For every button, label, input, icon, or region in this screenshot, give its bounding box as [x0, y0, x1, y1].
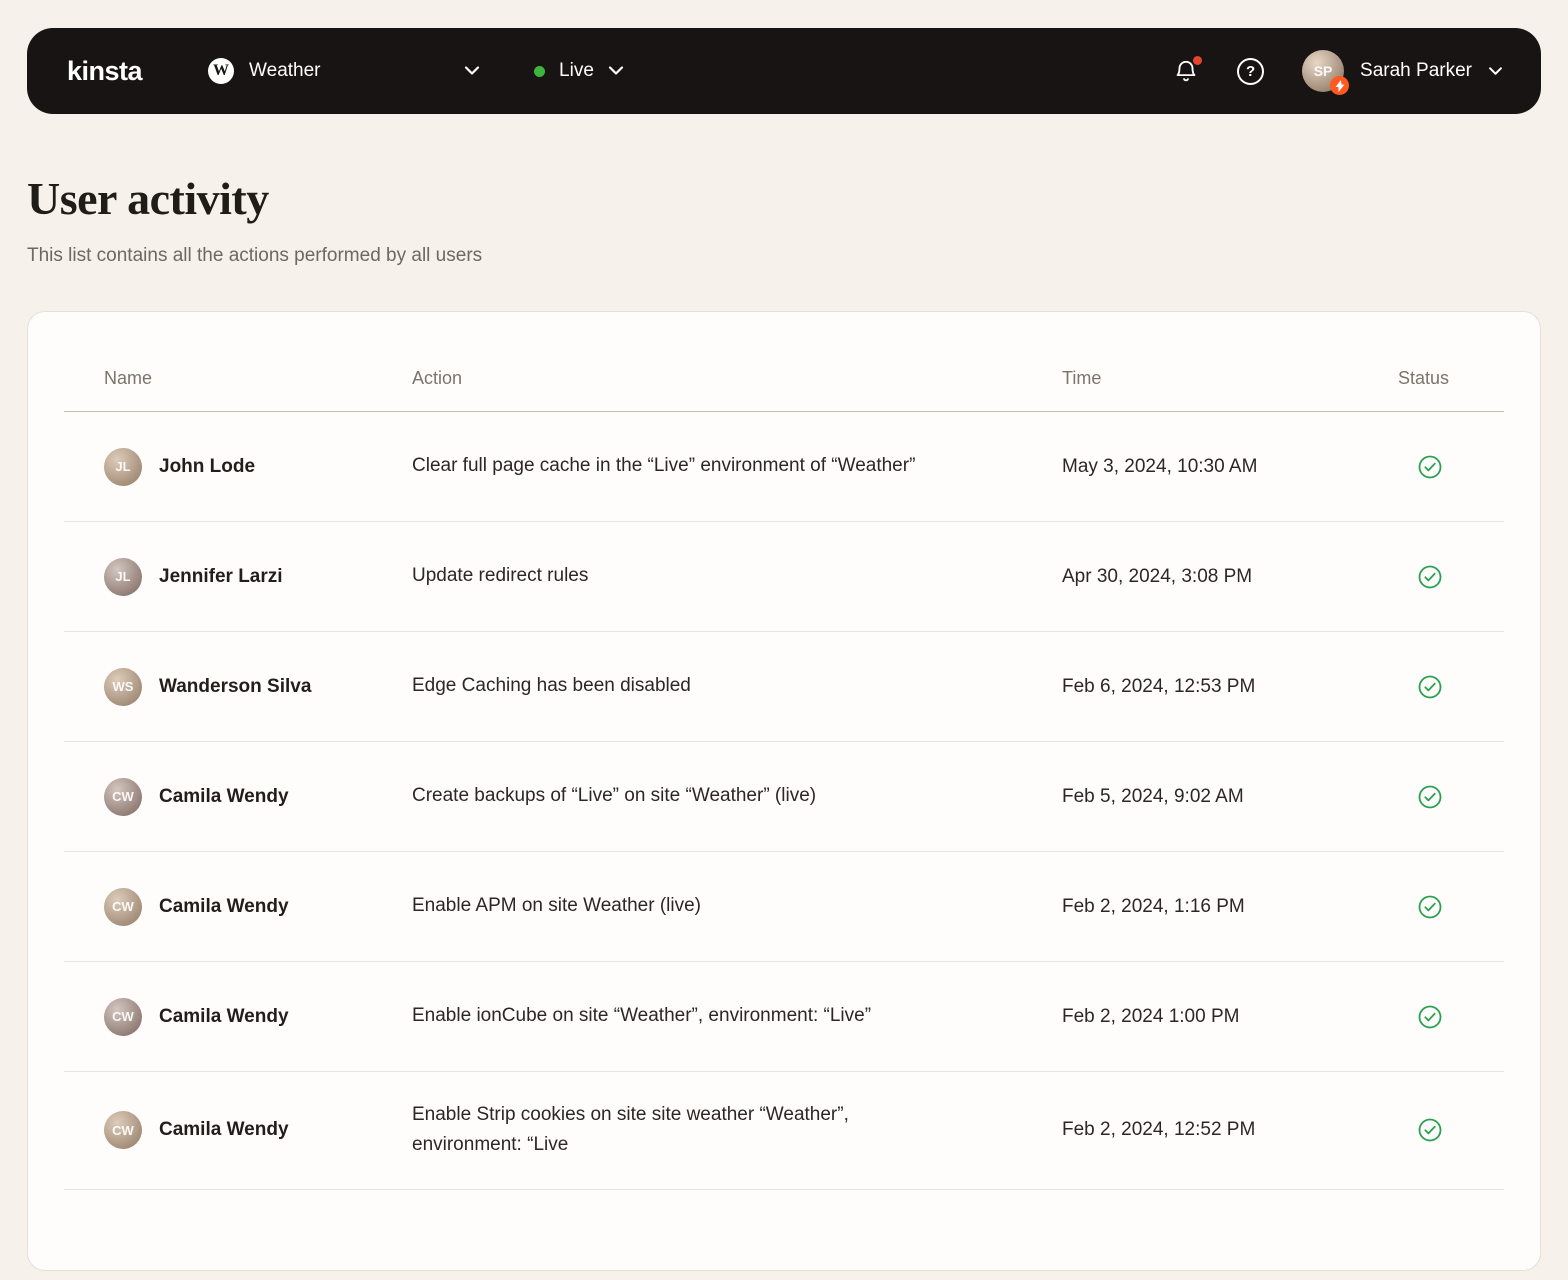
success-check-icon	[1418, 895, 1442, 918]
success-check-icon	[1418, 455, 1442, 478]
success-check-icon	[1418, 565, 1442, 588]
activity-table-body: JL John Lode Clear full page cache in th…	[64, 412, 1504, 1190]
user-cell: CW Camila Wendy	[104, 997, 412, 1036]
unread-notification-dot	[1193, 56, 1203, 65]
time-cell: May 3, 2024, 10:30 AM	[1062, 455, 1258, 477]
table-row: CW Camila Wendy Enable APM on site Weath…	[64, 852, 1504, 962]
avatar: CW	[104, 1111, 142, 1150]
user-name: Camila Wendy	[159, 1005, 289, 1027]
success-check-icon	[1418, 1005, 1442, 1028]
user-cell: WS Wanderson Silva	[104, 667, 412, 706]
page-subtitle: This list contains all the actions perfo…	[27, 245, 483, 266]
live-status-dot	[534, 65, 546, 77]
avatar: CW	[104, 887, 142, 926]
time-cell: Apr 30, 2024, 3:08 PM	[1062, 565, 1253, 587]
success-check-icon	[1418, 1118, 1442, 1142]
column-header-name: Name	[104, 368, 153, 388]
action-cell: Enable APM on site Weather (live)	[412, 895, 702, 917]
table-row: JL John Lode Clear full page cache in th…	[64, 412, 1504, 522]
user-cell: CW Camila Wendy	[104, 887, 412, 926]
main-content: User activity This list contains all the…	[0, 172, 1568, 1271]
chevron-down-icon	[464, 66, 480, 76]
time-cell: Feb 2, 2024, 12:52 PM	[1062, 1119, 1256, 1141]
environment-label: Live	[559, 60, 594, 81]
avatar: SP	[1302, 50, 1350, 95]
time-cell: Feb 5, 2024, 9:02 AM	[1062, 785, 1244, 807]
navbar-right-cluster: ? SP Sarah Parker	[1173, 50, 1503, 95]
avatar: WS	[104, 667, 142, 706]
time-cell: Feb 2, 2024, 1:16 PM	[1062, 895, 1245, 917]
status-cell	[1398, 783, 1488, 811]
activity-table: Name Action Time Status JL John Lode Cle…	[64, 312, 1504, 1190]
avatar: JL	[104, 557, 142, 596]
success-check-icon	[1418, 675, 1442, 698]
help-button[interactable]: ?	[1237, 57, 1265, 85]
action-cell: Create backups of “Live” on site “Weathe…	[412, 785, 817, 807]
column-header-status: Status	[1398, 368, 1450, 388]
site-selector-dropdown[interactable]: W Weather	[208, 58, 480, 84]
page-title: User activity	[27, 173, 269, 224]
environment-selector-dropdown[interactable]: Live	[534, 60, 624, 82]
user-name: Camila Wendy	[159, 785, 289, 807]
table-row: CW Camila Wendy Create backups of “Live”…	[64, 742, 1504, 852]
user-cell: CW Camila Wendy	[104, 777, 412, 816]
status-cell	[1398, 563, 1488, 591]
success-check-icon	[1418, 785, 1442, 808]
table-row: CW Camila Wendy Enable Strip cookies on …	[64, 1072, 1504, 1190]
user-activity-card: Name Action Time Status JL John Lode Cle…	[27, 311, 1541, 1271]
time-cell: Feb 2, 2024 1:00 PM	[1062, 1005, 1240, 1027]
column-header-action: Action	[412, 368, 463, 388]
status-cell	[1398, 453, 1488, 481]
avatar: CW	[104, 777, 142, 816]
action-cell: Enable ionCube on site “Weather”, enviro…	[412, 1005, 872, 1027]
user-cell: CW Camila Wendy	[104, 1111, 412, 1150]
status-cell	[1398, 1116, 1488, 1144]
user-cell: JL Jennifer Larzi	[104, 557, 412, 596]
status-cell	[1398, 673, 1488, 701]
user-cell: JL John Lode	[104, 447, 412, 486]
chevron-down-icon	[1488, 66, 1503, 76]
site-selector-label: Weather	[249, 60, 321, 81]
table-row: CW Camila Wendy Enable ionCube on site “…	[64, 962, 1504, 1072]
user-name: Wanderson Silva	[159, 675, 312, 697]
wordpress-icon: W	[208, 58, 235, 84]
table-row: JL Jennifer Larzi Update redirect rules …	[64, 522, 1504, 632]
action-cell: Clear full page cache in the “Live” envi…	[412, 455, 916, 477]
action-cell: Edge Caching has been disabled	[412, 675, 691, 697]
status-cell	[1398, 893, 1488, 921]
action-cell: Enable Strip cookies on site site weathe…	[412, 1104, 849, 1156]
notifications-button[interactable]	[1173, 56, 1203, 84]
avatar: CW	[104, 997, 142, 1036]
action-cell: Update redirect rules	[412, 565, 589, 587]
table-row: WS Wanderson Silva Edge Caching has been…	[64, 632, 1504, 742]
user-name: Sarah Parker	[1360, 60, 1472, 81]
chevron-down-icon	[608, 66, 624, 76]
time-cell: Feb 6, 2024, 12:53 PM	[1062, 675, 1256, 697]
top-navbar: kinsta W Weather Live ? SP Sarah Parker	[27, 28, 1541, 114]
user-name: Jennifer Larzi	[159, 565, 283, 587]
activity-table-header: Name Action Time Status	[64, 312, 1504, 412]
user-name: John Lode	[159, 455, 256, 477]
user-name: Camila Wendy	[159, 895, 289, 917]
user-name: Camila Wendy	[159, 1119, 289, 1141]
avatar: JL	[104, 447, 142, 486]
status-cell	[1398, 1003, 1488, 1031]
lightning-badge-icon	[1330, 76, 1350, 95]
user-menu[interactable]: SP Sarah Parker	[1302, 50, 1503, 95]
kinsta-logo[interactable]: kinsta	[67, 56, 143, 87]
column-header-time: Time	[1062, 368, 1102, 388]
